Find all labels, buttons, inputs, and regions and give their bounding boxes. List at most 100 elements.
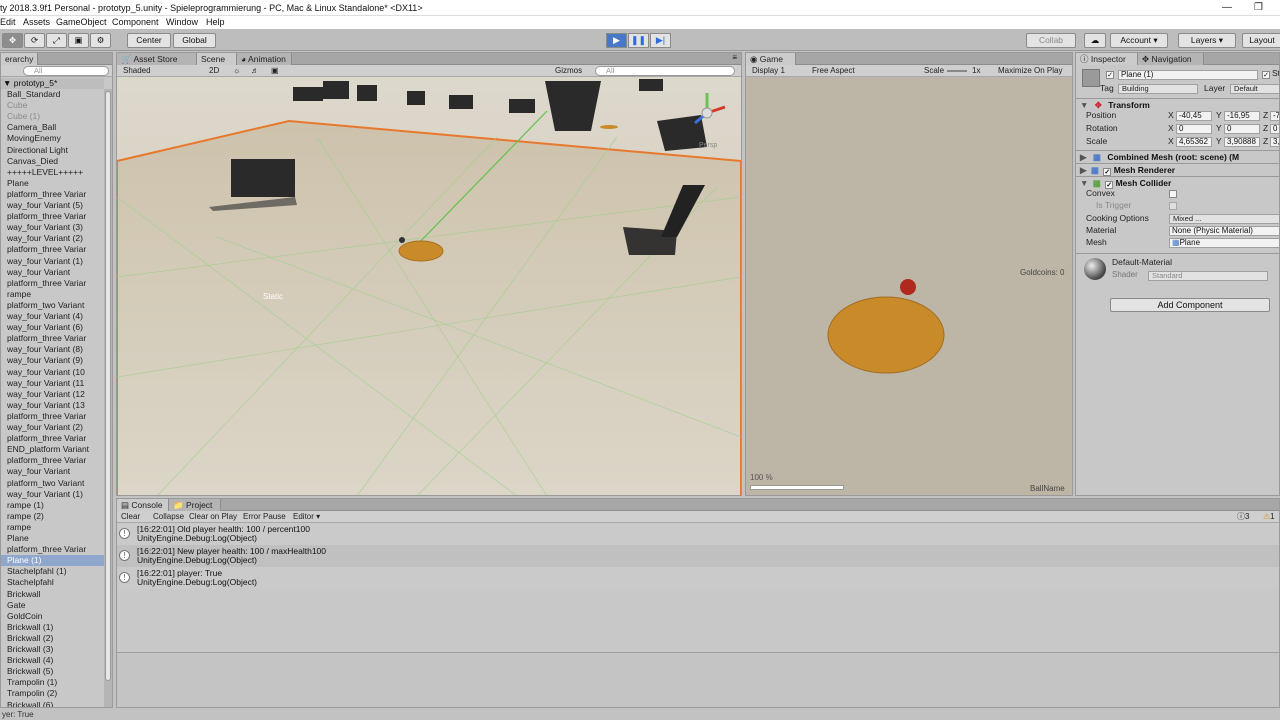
hierarchy-item[interactable]: Brickwall (3) [1,644,104,655]
hierarchy-item[interactable]: Brickwall (6) [1,700,104,708]
hierarchy-item[interactable]: Camera_Ball [1,122,104,133]
step-button[interactable]: ▶| [650,33,671,48]
hierarchy-item[interactable]: +++++LEVEL+++++ [1,167,104,178]
persp-label[interactable]: Persp [699,142,717,149]
hierarchy-item[interactable]: way_four Variant (1) [1,489,104,500]
gizmos-dropdown[interactable]: Gizmos [555,66,582,76]
position-y-field[interactable]: -16,95 [1224,111,1260,121]
account-dropdown[interactable]: Account ▾ [1110,33,1168,48]
add-component-button[interactable]: Add Component [1110,298,1270,312]
hierarchy-item[interactable]: way_four Variant (9) [1,355,104,366]
hierarchy-item[interactable]: Trampolin (1) [1,677,104,688]
layers-dropdown[interactable]: Layers ▾ [1178,33,1236,48]
hierarchy-item[interactable]: END_platform Variant [1,444,104,455]
hierarchy-item[interactable]: rampe (1) [1,500,104,511]
rotation-x-field[interactable]: 0 [1176,124,1212,134]
hierarchy-item[interactable]: Plane [1,178,104,189]
transform-tool-icon[interactable]: ⚙ [90,33,111,48]
restore-icon[interactable]: ❐ [1254,2,1263,13]
scale-slider[interactable] [947,70,967,72]
tab-scene[interactable]: Scene [197,53,237,65]
panel-menu-icon[interactable]: ≡ [732,53,737,62]
tab-inspector[interactable]: ⓘ Inspector [1076,53,1138,65]
hierarchy-item[interactable]: way_four Variant [1,267,104,278]
hierarchy-item[interactable]: way_four Variant (10 [1,367,104,378]
menu-assets[interactable]: Assets [23,17,50,27]
hierarchy-item[interactable]: Stachelpfahl (1) [1,566,104,577]
active-checkbox[interactable]: ✓ [1106,71,1114,79]
hierarchy-item[interactable]: platform_three Variar [1,455,104,466]
menu-component[interactable]: Component [112,17,159,27]
scene-gizmo-icon[interactable] [683,89,731,137]
hierarchy-item[interactable]: rampe [1,522,104,533]
clear-on-play-button[interactable]: Clear on Play [189,512,237,522]
hierarchy-item[interactable]: Plane (1) [1,555,104,567]
material-field[interactable]: None (Physic Material) [1169,226,1279,236]
play-button[interactable]: ▶ [606,33,627,48]
is-trigger-checkbox[interactable] [1169,202,1177,210]
collab-button[interactable]: Collab [1026,33,1076,48]
hierarchy-item[interactable]: way_four Variant (2) [1,233,104,244]
hierarchy-item[interactable]: way_four Variant (8) [1,344,104,355]
hierarchy-item[interactable]: way_four Variant (5) [1,200,104,211]
hierarchy-item[interactable]: platform_three Variar [1,211,104,222]
hierarchy-item[interactable]: Ball_Standard [1,89,104,100]
clear-button[interactable]: Clear [121,512,140,522]
hierarchy-item[interactable]: platform_three Variar [1,244,104,255]
lighting-icon[interactable]: ☼ [233,66,240,76]
collapse-button[interactable]: Collapse [153,512,184,522]
hierarchy-search-input[interactable]: All [23,66,109,76]
game-viewport[interactable]: Goldcoins: 0 100 % BallName [746,77,1072,495]
mesh-collider-header[interactable]: ▼ ▦ ✓ Mesh Collider [1076,176,1279,189]
hierarchy-item[interactable]: Gate [1,600,104,611]
hierarchy-item[interactable]: way_four Variant (12 [1,389,104,400]
mode-2d-toggle[interactable]: 2D [209,66,219,76]
hierarchy-item[interactable]: platform_three Variar [1,189,104,200]
hierarchy-item[interactable]: MovingEnemy [1,133,104,144]
hierarchy-item[interactable]: way_four Variant (13 [1,400,104,411]
hierarchy-item[interactable]: Plane [1,533,104,544]
hierarchy-item[interactable]: platform_three Variar [1,433,104,444]
hierarchy-scrollbar[interactable] [104,89,112,707]
log-entry[interactable]: ! [16:22:01] New player health: 100 / max… [117,545,1279,567]
minimize-icon[interactable]: — [1222,2,1232,13]
tab-game[interactable]: ◉ Game [746,53,796,65]
hierarchy-item[interactable]: Cube [1,100,104,111]
hierarchy-item[interactable]: platform_two Variant [1,300,104,311]
tab-animation[interactable]: ◕ Animation [237,53,292,65]
hierarchy-item[interactable]: Brickwall [1,589,104,600]
move-tool-icon[interactable]: ✥ [2,33,23,48]
error-pause-button[interactable]: Error Pause [243,512,286,522]
layout-dropdown[interactable]: Layout [1242,33,1280,48]
hierarchy-item[interactable]: Brickwall (4) [1,655,104,666]
hierarchy-scroll-thumb[interactable] [105,91,111,681]
cloud-icon[interactable]: ☁ [1084,33,1106,48]
cooking-options-dropdown[interactable]: Mixed ... [1169,214,1279,224]
space-global-button[interactable]: Global [173,33,216,48]
hierarchy-item[interactable]: platform_three Variar [1,544,104,555]
hierarchy-item[interactable]: Directional Light [1,145,104,156]
hierarchy-item[interactable]: way_four Variant (3) [1,222,104,233]
menu-window[interactable]: Window [166,17,198,27]
draw-mode-dropdown[interactable]: Shaded [123,66,151,76]
scale-x-field[interactable]: 4,65362 [1176,137,1212,147]
hierarchy-item[interactable]: way_four Variant (11 [1,378,104,389]
tab-asset-store[interactable]: 🛒 Asset Store [117,53,197,65]
effects-icon[interactable]: ▣ [271,66,279,76]
mesh-field[interactable]: ▦Plane [1169,238,1279,248]
scale-z-field[interactable]: 3, [1270,137,1279,147]
shader-dropdown[interactable]: Standard [1148,271,1268,281]
rect-tool-icon[interactable]: ▣ [68,33,89,48]
hierarchy-item[interactable]: platform_two Variant [1,478,104,489]
hierarchy-item[interactable]: way_four Variant (6) [1,322,104,333]
display-dropdown[interactable]: Display 1 [752,66,785,76]
tab-navigation[interactable]: ✥ Navigation [1138,53,1204,65]
scene-search-input[interactable]: All [595,66,735,76]
tab-console[interactable]: ▤ Console [117,499,169,511]
position-z-field[interactable]: -7 [1270,111,1279,121]
mesh-renderer-enabled-checkbox[interactable]: ✓ [1103,168,1112,176]
position-x-field[interactable]: -40,45 [1176,111,1212,121]
hierarchy-item[interactable]: platform_three Variar [1,333,104,344]
scale-tool-icon[interactable]: ⤢ [46,33,67,48]
mesh-renderer-header[interactable]: ▶ ▦ ✓ Mesh Renderer [1076,163,1279,176]
